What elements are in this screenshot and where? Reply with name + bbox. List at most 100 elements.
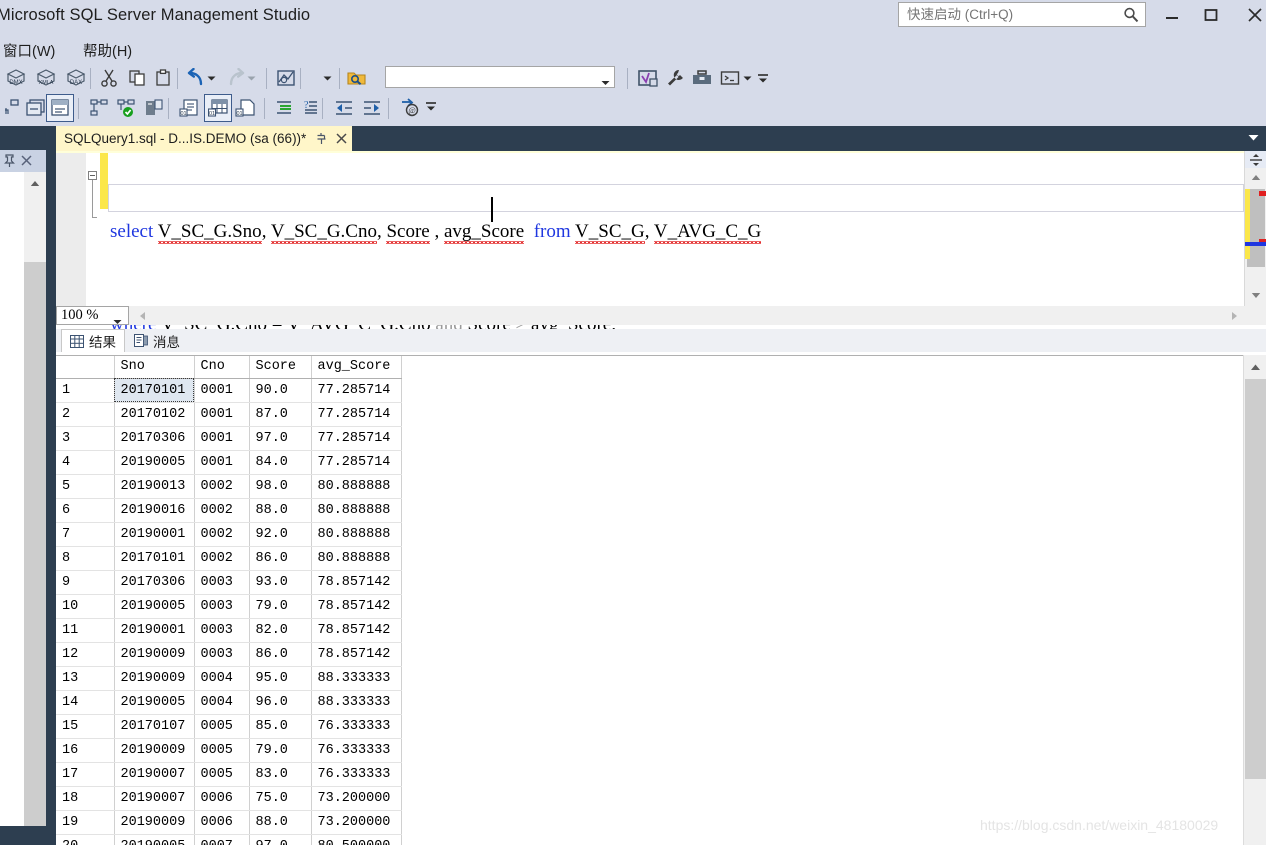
table-cell[interactable]: 82.0 <box>249 618 312 643</box>
scroll-down-icon[interactable] <box>1245 287 1266 304</box>
column-header[interactable] <box>56 356 115 379</box>
table-cell[interactable]: 76.333333 <box>311 738 402 763</box>
xmla-query-icon[interactable]: XMLA <box>32 64 60 92</box>
table-cell[interactable]: 83.0 <box>249 762 312 787</box>
table-row[interactable]: 3 20170306 0001 97.0 77.285714 <box>56 426 402 451</box>
table-cell[interactable]: 20190005 <box>114 834 195 845</box>
comment-lines-icon[interactable] <box>270 94 298 122</box>
close-icon[interactable] <box>20 154 33 170</box>
stop-query-icon[interactable] <box>140 94 168 122</box>
table-cell[interactable]: 20190005 <box>114 690 195 715</box>
increase-indent-icon[interactable] <box>358 94 386 122</box>
object-explorer-scrollbar[interactable] <box>24 172 46 845</box>
table-row[interactable]: 15 20170107 0005 85.0 76.333333 <box>56 714 402 739</box>
table-row[interactable]: 6 20190016 0002 88.0 80.888888 <box>56 498 402 523</box>
table-cell[interactable]: 95.0 <box>249 666 312 691</box>
table-row[interactable]: 10 20190005 0003 79.0 78.857142 <box>56 594 402 619</box>
table-cell[interactable]: 0001 <box>194 402 250 427</box>
table-cell[interactable]: 0003 <box>194 642 250 667</box>
table-cell[interactable]: 0002 <box>194 522 250 547</box>
table-row[interactable]: 7 20190001 0002 92.0 80.888888 <box>56 522 402 547</box>
tab-overflow-icon[interactable] <box>1247 131 1260 145</box>
row-number-cell[interactable]: 12 <box>56 642 115 667</box>
table-row[interactable]: 2 20170102 0001 87.0 77.285714 <box>56 402 402 427</box>
row-number-cell[interactable]: 18 <box>56 786 115 811</box>
results-to-text-icon[interactable]: 01 <box>176 94 204 122</box>
table-cell[interactable]: 97.0 <box>249 834 312 845</box>
table-cell[interactable]: 0005 <box>194 738 250 763</box>
table-cell[interactable]: 80.888888 <box>311 522 402 547</box>
table-cell[interactable]: 0006 <box>194 786 250 811</box>
toolbar-dropdown-icon[interactable] <box>320 64 334 92</box>
table-cell[interactable]: 0003 <box>194 594 250 619</box>
row-number-cell[interactable]: 16 <box>56 738 115 763</box>
tab-sqlquery1[interactable]: SQLQuery1.sql - D...IS.DEMO (sa (66))* <box>56 126 353 151</box>
table-cell[interactable]: 20190005 <box>114 450 195 475</box>
toolbox-icon[interactable] <box>688 64 716 92</box>
pin-icon[interactable] <box>315 132 328 146</box>
row-number-cell[interactable]: 20 <box>56 834 115 845</box>
table-cell[interactable]: 77.285714 <box>311 378 402 403</box>
table-cell[interactable]: 20170306 <box>114 570 195 595</box>
table-cell[interactable]: 0003 <box>194 618 250 643</box>
row-number-cell[interactable]: 13 <box>56 666 115 691</box>
table-cell[interactable]: 0001 <box>194 450 250 475</box>
table-cell[interactable]: 97.0 <box>249 426 312 451</box>
scroll-up-icon[interactable] <box>1245 356 1266 377</box>
copy-icon[interactable] <box>123 64 151 92</box>
paste-icon[interactable] <box>149 64 177 92</box>
tab-messages[interactable]: 消息 <box>126 329 188 352</box>
table-row[interactable]: 5 20190013 0002 98.0 80.888888 <box>56 474 402 499</box>
table-cell[interactable]: 77.285714 <box>311 450 402 475</box>
scrollbar-thumb[interactable] <box>1245 379 1266 779</box>
row-number-cell[interactable]: 10 <box>56 594 115 619</box>
column-header[interactable]: avg_Score <box>311 356 402 379</box>
table-cell[interactable]: 20190013 <box>114 474 195 499</box>
results-grid-scrollbar[interactable] <box>1243 355 1266 845</box>
table-cell[interactable]: 0005 <box>194 714 250 739</box>
table-cell[interactable]: 87.0 <box>249 402 312 427</box>
table-cell[interactable]: 0002 <box>194 474 250 499</box>
minimize-button[interactable] <box>1155 2 1189 28</box>
row-number-cell[interactable]: 5 <box>56 474 115 499</box>
table-cell[interactable]: 77.285714 <box>311 426 402 451</box>
table-cell[interactable]: 20190001 <box>114 618 195 643</box>
results-grid[interactable]: Sno Cno Score avg_Score 1 20170101 0001 90.0 77… <box>56 355 1243 845</box>
table-cell[interactable]: 88.333333 <box>311 690 402 715</box>
dax-query-icon[interactable]: DAX <box>62 64 90 92</box>
table-cell[interactable]: 98.0 <box>249 474 312 499</box>
table-row[interactable]: 16 20190009 0005 79.0 76.333333 <box>56 738 402 763</box>
table-row[interactable]: 18 20190007 0006 75.0 73.200000 <box>56 786 402 811</box>
table-cell[interactable]: 79.0 <box>249 594 312 619</box>
table-cell[interactable]: 88.333333 <box>311 666 402 691</box>
tab-results[interactable]: 结果 <box>61 329 125 352</box>
row-number-cell[interactable]: 19 <box>56 810 115 835</box>
row-number-cell[interactable]: 2 <box>56 402 115 427</box>
table-cell[interactable]: 77.285714 <box>311 402 402 427</box>
row-number-cell[interactable]: 9 <box>56 570 115 595</box>
table-cell[interactable]: 84.0 <box>249 450 312 475</box>
table-row[interactable]: 8 20170101 0002 86.0 80.888888 <box>56 546 402 571</box>
pin-icon[interactable] <box>3 154 16 171</box>
chevron-down-icon[interactable] <box>113 314 122 328</box>
table-cell[interactable]: 78.857142 <box>311 570 402 595</box>
row-number-cell[interactable]: 14 <box>56 690 115 715</box>
row-number-cell[interactable]: 17 <box>56 762 115 787</box>
table-cell[interactable]: 20190016 <box>114 498 195 523</box>
table-cell[interactable]: 93.0 <box>249 570 312 595</box>
visual-studio-icon[interactable] <box>634 64 662 92</box>
table-cell[interactable]: 92.0 <box>249 522 312 547</box>
quick-launch-box[interactable] <box>898 2 1146 27</box>
close-icon[interactable] <box>335 132 348 145</box>
split-editor-icon[interactable] <box>1245 151 1266 168</box>
table-cell[interactable]: 73.200000 <box>311 810 402 835</box>
column-header[interactable]: Score <box>249 356 312 379</box>
uncomment-lines-icon[interactable]: ? <box>296 94 324 122</box>
table-cell[interactable]: 0003 <box>194 570 250 595</box>
table-cell[interactable]: 79.0 <box>249 738 312 763</box>
show-diagram-pane-icon[interactable] <box>272 64 300 92</box>
table-cell[interactable]: 80.888888 <box>311 546 402 571</box>
table-row[interactable]: 14 20190005 0004 96.0 88.333333 <box>56 690 402 715</box>
table-row[interactable]: 11 20190001 0003 82.0 78.857142 <box>56 618 402 643</box>
table-cell[interactable]: 75.0 <box>249 786 312 811</box>
